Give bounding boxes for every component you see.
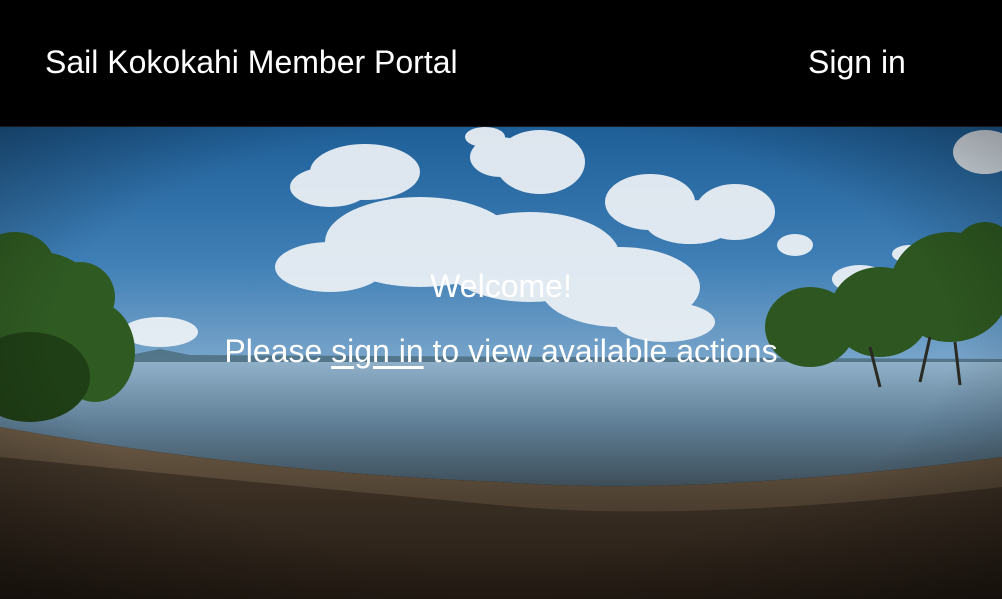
hero-section: Welcome! Please sign in to view availabl… [0, 127, 1002, 599]
sign-in-prompt: Please sign in to view available actions [0, 332, 1002, 370]
prompt-sign-in-link[interactable]: sign in [331, 333, 424, 369]
welcome-heading: Welcome! [430, 268, 572, 304]
navbar: Sail Kokokahi Member Portal Sign in [0, 0, 1002, 127]
prompt-text-before: Please [224, 333, 332, 369]
brand-link[interactable]: Sail Kokokahi Member Portal [45, 43, 458, 81]
page: Sail Kokokahi Member Portal Sign in Welc… [0, 0, 1002, 599]
prompt-text-after: to view available actions [423, 333, 778, 369]
sign-in-link[interactable]: Sign in [808, 43, 906, 81]
